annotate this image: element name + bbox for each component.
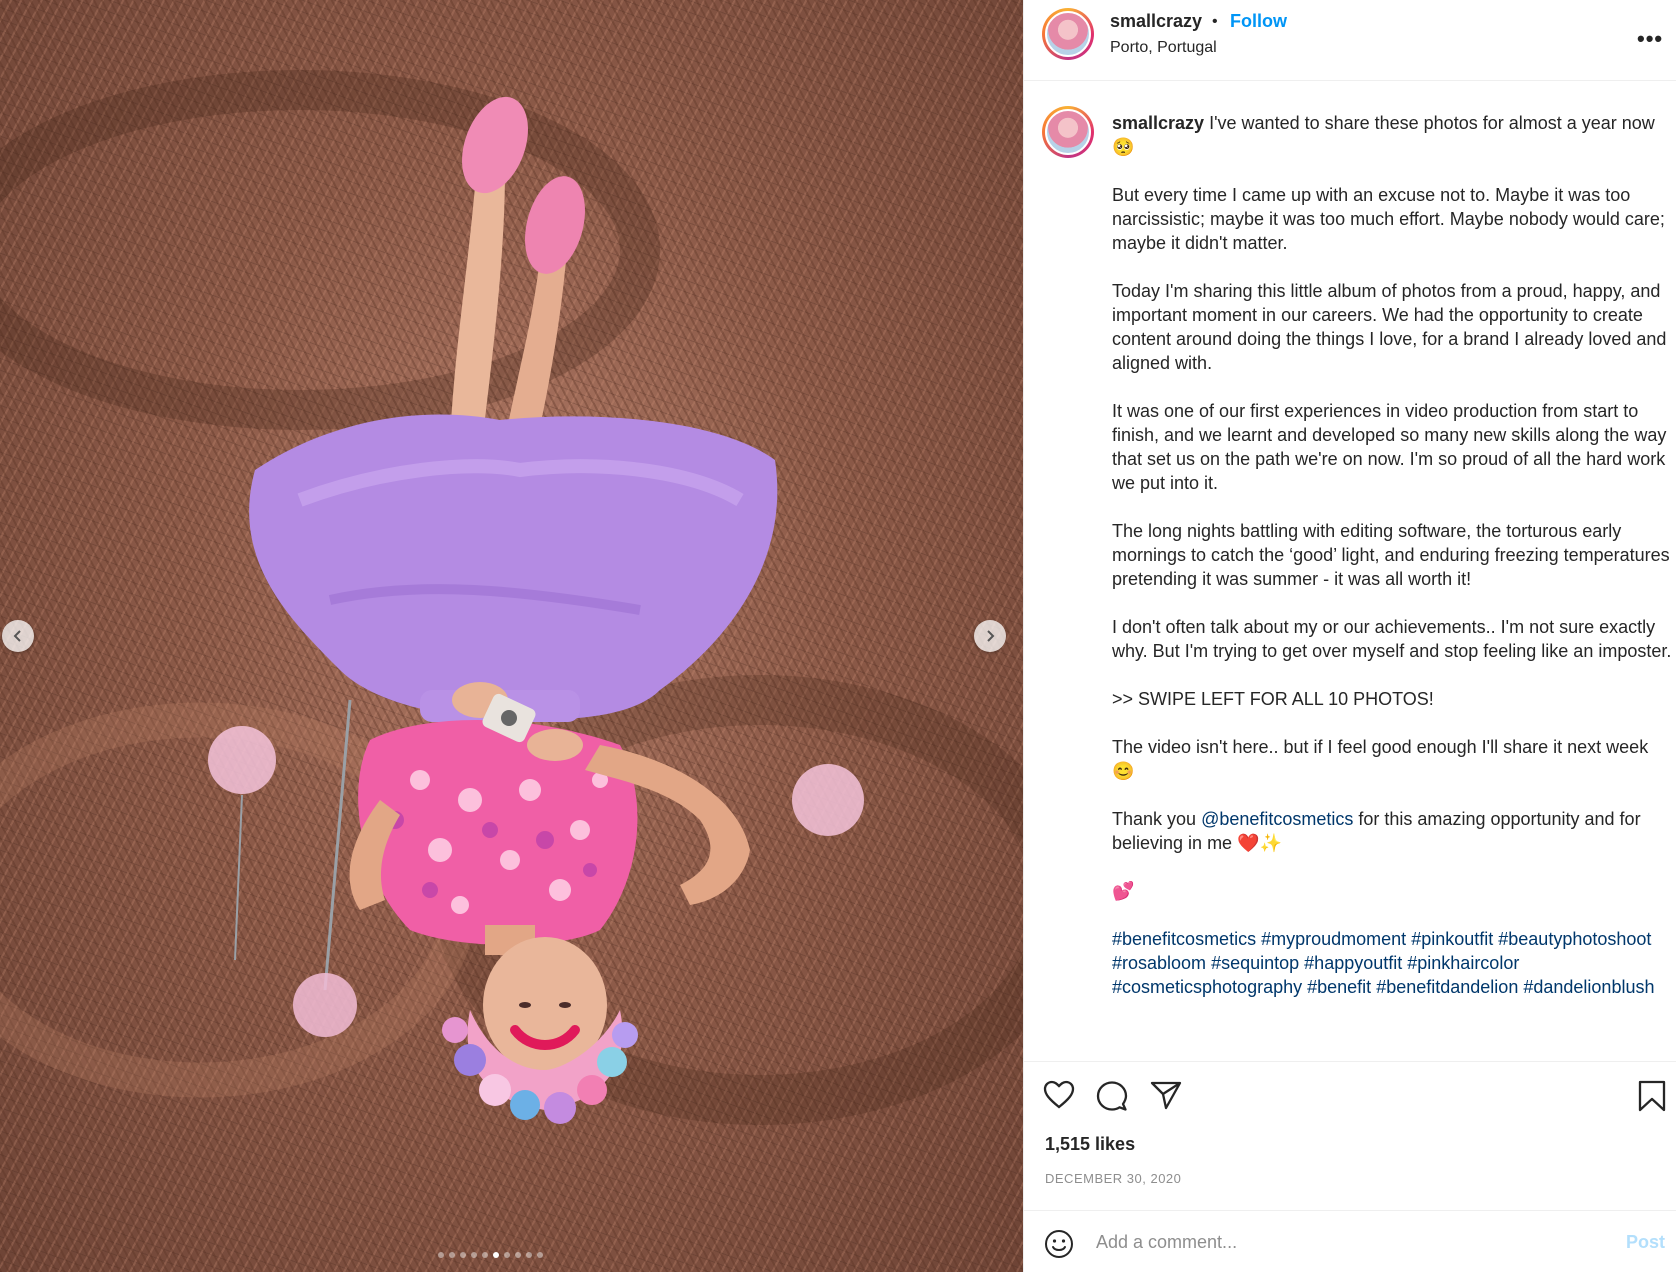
carousel-dot [537, 1252, 543, 1258]
carousel-dot [515, 1252, 521, 1258]
carousel-dot [438, 1252, 444, 1258]
avatar[interactable] [1042, 8, 1094, 60]
comment-icon[interactable] [1096, 1080, 1128, 1112]
heart-icon[interactable] [1043, 1080, 1075, 1110]
caption-section: smallcrazy I've wanted to share these ph… [1024, 81, 1676, 1061]
hashtag-link[interactable]: #myproudmoment [1261, 929, 1406, 949]
carousel-prev-button[interactable] [2, 620, 34, 652]
chevron-left-icon [13, 630, 21, 642]
caption-paragraph: Today I'm sharing this little album of p… [1112, 281, 1672, 373]
hashtag-link[interactable]: #happyoutfit [1304, 953, 1402, 973]
hashtag-link[interactable]: #pinkhaircolor [1407, 953, 1519, 973]
carousel-dot [482, 1252, 488, 1258]
caption-text: smallcrazy I've wanted to share these ph… [1112, 111, 1672, 1023]
separator-dot: • [1212, 13, 1218, 30]
carousel-dot [526, 1252, 532, 1258]
caption-paragraph: I don't often talk about my or our achie… [1112, 617, 1672, 661]
chevron-right-icon [987, 630, 995, 642]
caption-paragraph: The video isn't here.. but if I feel goo… [1112, 737, 1654, 781]
carousel-indicator [438, 1252, 543, 1258]
hashtag-link[interactable]: #sequintop [1211, 953, 1299, 973]
post-details-panel: smallcrazy • Follow Porto, Portugal ••• … [1023, 0, 1676, 1272]
caption-paragraph: The long nights battling with editing so… [1112, 521, 1675, 589]
hashtag-link[interactable]: #beautyphotoshoot [1498, 929, 1651, 949]
hashtag-link[interactable]: #dandelionblush [1523, 977, 1654, 997]
bookmark-icon[interactable] [1638, 1080, 1666, 1112]
carousel-dot [493, 1252, 499, 1258]
comment-input[interactable] [1096, 1225, 1576, 1259]
mention-link[interactable]: @benefitcosmetics [1201, 809, 1353, 829]
caption-paragraph: It was one of our first experiences in v… [1112, 401, 1672, 493]
hashtag-link[interactable]: #benefit [1307, 977, 1371, 997]
hearts-emoji: 💕 [1112, 881, 1135, 901]
caption-username-link[interactable]: smallcrazy [1112, 113, 1204, 133]
post-photo[interactable] [0, 0, 1023, 1272]
username-link[interactable]: smallcrazy [1110, 11, 1202, 32]
post-header: smallcrazy • Follow Porto, Portugal ••• [1024, 0, 1676, 81]
photo-figure [0, 70, 1023, 1125]
thanks-text: Thank you [1112, 809, 1202, 829]
location-link[interactable]: Porto, Portugal [1110, 39, 1217, 57]
post-date: DECEMBER 30, 2020 [1045, 1171, 1182, 1186]
smiley-icon[interactable] [1044, 1229, 1074, 1259]
post-actions: 1,515 likes DECEMBER 30, 2020 [1024, 1061, 1676, 1211]
carousel-dot [449, 1252, 455, 1258]
carousel-dot [504, 1252, 510, 1258]
hashtag-link[interactable]: #cosmeticsphotography [1112, 977, 1302, 997]
hashtag-link[interactable]: #benefitcosmetics [1112, 929, 1256, 949]
follow-button[interactable]: Follow [1230, 11, 1287, 32]
paper-plane-icon[interactable] [1150, 1080, 1182, 1110]
comment-bar: Post [1024, 1210, 1676, 1272]
caption-paragraph: But every time I came up with an excuse … [1112, 185, 1670, 253]
carousel-dot [460, 1252, 466, 1258]
carousel-next-button[interactable] [974, 620, 1006, 652]
like-count[interactable]: 1,515 likes [1045, 1134, 1135, 1155]
hashtag-link[interactable]: #pinkoutfit [1411, 929, 1493, 949]
hashtag-link[interactable]: #benefitdandelion [1376, 977, 1518, 997]
carousel-dot [471, 1252, 477, 1258]
post-comment-button[interactable]: Post [1626, 1232, 1665, 1253]
more-options-button[interactable]: ••• [1637, 26, 1663, 52]
hashtag-link[interactable]: #rosabloom [1112, 953, 1206, 973]
caption-paragraph: >> SWIPE LEFT FOR ALL 10 PHOTOS! [1112, 689, 1434, 709]
hashtag-list: #benefitcosmetics #myproudmoment #pinkou… [1112, 927, 1672, 999]
caption-avatar[interactable] [1042, 106, 1094, 158]
